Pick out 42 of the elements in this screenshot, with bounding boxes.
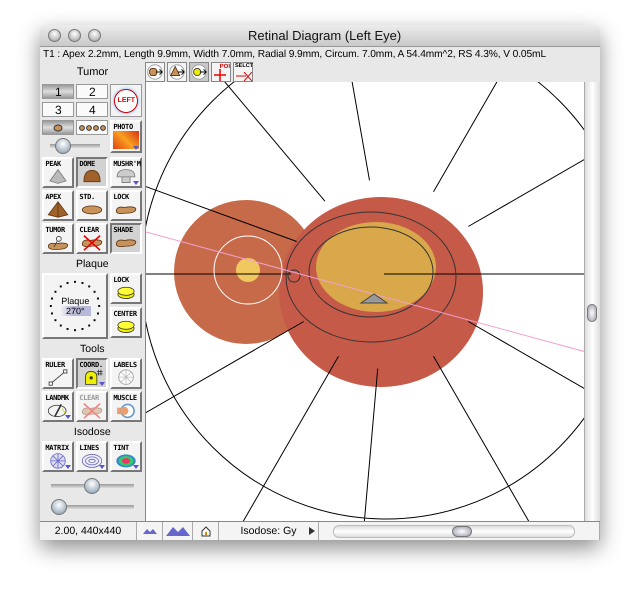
tumor-number-button[interactable]: 1 xyxy=(42,84,74,99)
horizontal-scrollbar[interactable] xyxy=(319,522,600,540)
window-control-button[interactable] xyxy=(48,29,61,42)
mountain-icon xyxy=(166,526,190,536)
tumor-number-button[interactable]: 3 xyxy=(42,102,74,117)
tumor-number-button[interactable]: 2 xyxy=(76,84,108,99)
slider-thumb[interactable] xyxy=(51,499,68,515)
section-heading: Tools xyxy=(79,343,106,355)
zoom-in-button[interactable] xyxy=(163,522,193,540)
home-button[interactable] xyxy=(193,522,219,540)
plaque-rotation-dial[interactable]: Plaque 270° xyxy=(42,273,108,339)
window-title: Retinal Diagram (Left Eye) xyxy=(248,28,402,43)
marker-button[interactable] xyxy=(76,120,108,135)
dot-icon xyxy=(53,124,64,132)
vertical-scrollbar[interactable] xyxy=(584,82,600,521)
section-heading: Tumor xyxy=(76,66,110,78)
measurement-info: T1 : Apex 2.2mm, Length 9.9mm, Width 7.0mm, Radial 9.9mm, Circum. 7.0mm, A 54.4mm^2, RS 4.3%, V 0.05mL xyxy=(42,48,548,62)
section-heading: Isodose xyxy=(72,426,112,438)
tumor-number-button[interactable]: 4 xyxy=(76,102,108,117)
cross-icon xyxy=(236,72,252,81)
marker-button[interactable] xyxy=(42,120,74,135)
mountain-icon xyxy=(142,528,156,534)
window-control-button[interactable] xyxy=(88,29,101,42)
slider-thumb[interactable] xyxy=(54,138,71,154)
toolbar-button[interactable] xyxy=(167,62,187,82)
move-icon xyxy=(190,62,208,82)
zoom-out-button[interactable] xyxy=(137,522,163,540)
optic-disc-circle xyxy=(213,236,282,304)
dots-icon xyxy=(78,122,106,132)
dropdown-arrow-icon xyxy=(309,527,315,535)
move-icon xyxy=(146,62,164,82)
photo-placeholder xyxy=(113,131,140,149)
window-control-button[interactable] xyxy=(68,29,81,42)
toolbar-button[interactable] xyxy=(145,62,165,82)
toolbar-button[interactable] xyxy=(189,62,209,82)
apex-marker-icon xyxy=(359,293,388,304)
crosshair-icon xyxy=(214,69,226,81)
slider-thumb[interactable] xyxy=(84,478,100,494)
home-icon xyxy=(200,526,210,536)
section-heading: Plaque xyxy=(74,258,110,270)
isodose-unit-dropdown[interactable]: Isodose: Gy xyxy=(219,522,319,540)
move-icon xyxy=(168,62,186,82)
